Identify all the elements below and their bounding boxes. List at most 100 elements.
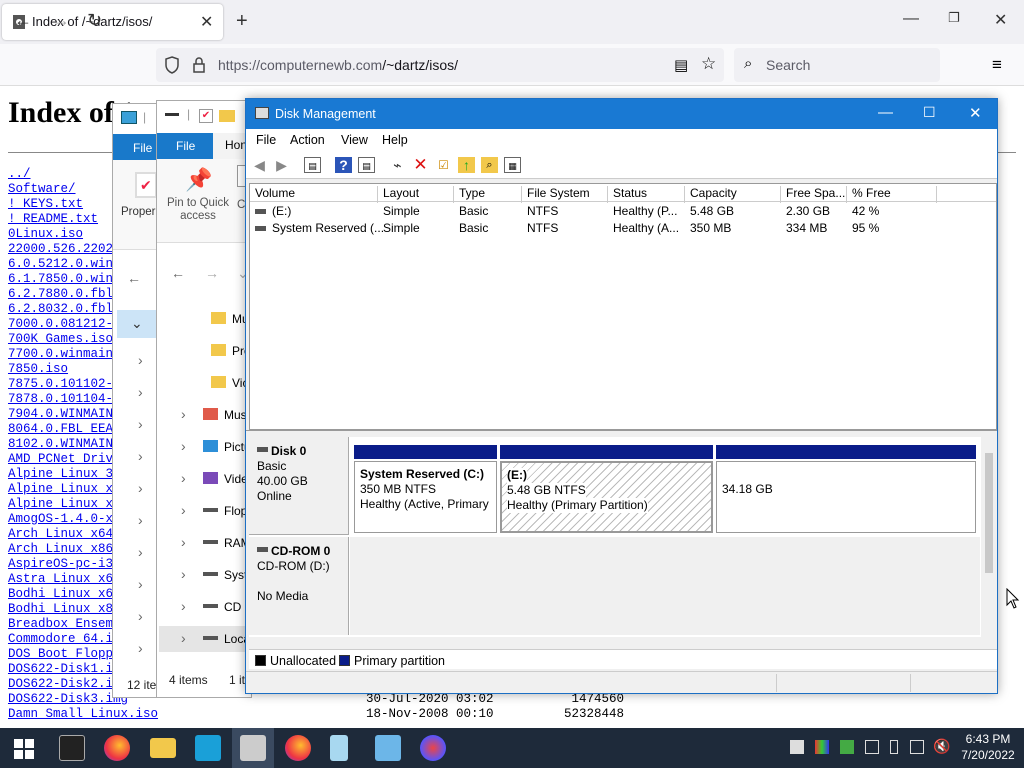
chevron-right-icon[interactable]: › — [181, 598, 186, 614]
volume-muted-icon[interactable]: 🔇 — [933, 738, 950, 755]
close-window-icon[interactable]: ✕ — [969, 104, 982, 122]
file-explorer-window[interactable]: | ✔ File Hon 📌 Co Pin to Quick access ← … — [156, 100, 253, 698]
file-link[interactable]: ! README.txt — [8, 212, 112, 227]
file-link[interactable]: 6.2.7880.0.fbl_ — [8, 287, 112, 302]
column-percent-free[interactable]: % Free — [847, 186, 937, 203]
menu-help[interactable]: Help — [382, 133, 408, 147]
nav-item[interactable]: › Flop — [181, 502, 247, 518]
shield-icon[interactable] — [164, 56, 180, 74]
chevron-right-icon[interactable]: › — [181, 406, 186, 422]
app-tray-icon[interactable] — [840, 740, 854, 754]
file-link[interactable]: Breadbox Ensemb — [8, 617, 112, 632]
file-link[interactable]: Arch Linux x64. — [8, 527, 112, 542]
disk0-header[interactable]: Disk 0 Basic 40.00 GB Online — [249, 437, 349, 535]
file-link[interactable]: 8064.0.FBL_EEAP — [8, 422, 112, 437]
chevron-right-icon[interactable]: › — [138, 352, 143, 368]
chevron-right-icon[interactable]: › — [181, 534, 186, 550]
chevron-right-icon[interactable]: › — [181, 630, 186, 646]
column-volume[interactable]: Volume — [250, 186, 378, 203]
file-link[interactable]: 0Linux.iso — [8, 227, 112, 242]
new-tab-button[interactable]: + — [236, 10, 248, 33]
delete-icon[interactable]: ✕ — [412, 156, 429, 173]
disk-map-scrollbar[interactable] — [981, 437, 997, 637]
file-link[interactable]: AMD PCNet Drive — [8, 452, 112, 467]
nav-item[interactable]: › Mus — [181, 406, 247, 422]
chevron-right-icon[interactable]: › — [138, 448, 143, 464]
help-icon[interactable]: ? — [335, 157, 352, 173]
file-link[interactable]: Commodore_64.is — [8, 632, 112, 647]
file-link[interactable]: 7878.0.101104-1 — [8, 392, 112, 407]
url-bar[interactable]: https://computernewb.com/~dartz/isos/ ▤ … — [156, 48, 724, 82]
file-link[interactable]: 6.0.5212.0.winm — [8, 257, 112, 272]
reader-view-icon[interactable]: ▤ — [674, 56, 688, 74]
maximize-icon[interactable]: ☐ — [923, 104, 936, 121]
menu-file[interactable]: File — [256, 133, 276, 147]
column-layout[interactable]: Layout — [378, 186, 454, 203]
disk-management-app-icon[interactable] — [240, 735, 266, 761]
nav-item[interactable]: › Pictu — [181, 438, 251, 454]
column-free-space[interactable]: Free Spa... — [781, 186, 847, 203]
forward-arrow-icon[interactable]: → — [205, 265, 219, 281]
scrollbar-thumb[interactable] — [985, 453, 993, 573]
properties-label[interactable]: Proper — [121, 206, 156, 218]
file-link[interactable]: 7875.0.101102-1 — [8, 377, 112, 392]
file-link[interactable]: Bodhi Linux x64 — [8, 587, 112, 602]
disk-management-window[interactable]: Disk Management — ☐ ✕ File Action View H… — [245, 98, 998, 694]
notepad-app-icon[interactable] — [330, 735, 348, 761]
partition-unnamed[interactable]: 34.18 GB — [716, 461, 976, 533]
nav-item[interactable]: Vic — [211, 376, 248, 390]
file-link[interactable]: Bodhi Linux x86 — [8, 602, 112, 617]
nav-item[interactable]: › Syst — [181, 566, 247, 582]
forward-arrow-icon[interactable]: → — [52, 10, 70, 31]
nav-item[interactable]: › RAM — [181, 534, 251, 550]
firefox-app-icon-2[interactable] — [285, 735, 311, 761]
display-tray-icon[interactable] — [910, 740, 924, 754]
lock-icon[interactable] — [192, 56, 206, 74]
nav-item[interactable]: Mu — [211, 312, 249, 326]
file-link[interactable]: Software/ — [8, 182, 112, 197]
forward-arrow-icon[interactable]: ▶ — [273, 157, 290, 173]
menu-icon[interactable]: ≡ — [992, 55, 1002, 75]
file-link[interactable]: AmogOS-1.4.0-x8 — [8, 512, 112, 527]
chevron-right-icon[interactable]: › — [138, 640, 143, 656]
nav-item[interactable]: › Vide — [181, 470, 248, 486]
chevron-down-icon[interactable]: ⌄ — [131, 315, 143, 332]
nav-item[interactable]: › Loca — [181, 630, 250, 646]
column-file-system[interactable]: File System — [522, 186, 608, 203]
file-link[interactable]: 6.2.8032.0.fbl_ — [8, 302, 112, 317]
clock[interactable]: 6:43 PM 7/20/2022 — [956, 731, 1020, 763]
close-tab-icon[interactable]: ✕ — [200, 12, 213, 32]
details-view-icon[interactable]: ▤ — [358, 157, 375, 173]
volume-row[interactable]: System Reserved (... Simple Basic NTFS H… — [250, 220, 996, 237]
pane-splitter[interactable] — [246, 430, 997, 436]
keyboard-tray-icon[interactable] — [865, 740, 879, 754]
color-tray-icon[interactable] — [815, 740, 829, 754]
file-tab[interactable]: File — [157, 133, 213, 159]
column-type[interactable]: Type — [454, 186, 522, 203]
file-link[interactable]: Alpine Linux x8 — [8, 497, 112, 512]
menu-view[interactable]: View — [341, 133, 368, 147]
home-tab[interactable]: Hon — [225, 138, 247, 152]
network-tray-icon[interactable] — [790, 740, 804, 754]
up-folder-icon[interactable]: ↑ — [458, 157, 475, 173]
file-link[interactable]: DOS622-Disk2.im — [8, 677, 112, 692]
chevron-right-icon[interactable]: › — [181, 470, 186, 486]
chevron-right-icon[interactable]: › — [181, 502, 186, 518]
terminal-app-icon[interactable] — [59, 735, 85, 761]
column-status[interactable]: Status — [608, 186, 685, 203]
firefox-app-icon[interactable] — [104, 735, 130, 761]
cdrom0-header[interactable]: CD-ROM 0 CD-ROM (D:) No Media — [249, 537, 349, 635]
chevron-right-icon[interactable]: › — [138, 384, 143, 400]
file-link[interactable]: Alpine Linux 3. — [8, 467, 112, 482]
file-link[interactable]: 6.1.7850.0.winm — [8, 272, 112, 287]
volume-row[interactable]: (E:) Simple Basic NTFS Healthy (P... 5.4… — [250, 203, 996, 220]
file-link[interactable]: AspireOS-pc-i38 — [8, 557, 112, 572]
browser-tab[interactable]: Index of /~dartz/isos/ ✕ — [2, 4, 223, 40]
file-link[interactable]: 8102.0.WINMAIN_ — [8, 437, 112, 452]
back-arrow-icon[interactable]: ◀ — [251, 157, 268, 173]
close-window-icon[interactable]: ✕ — [994, 10, 1007, 30]
search-folder-icon[interactable]: ⌕ — [481, 157, 498, 173]
minimize-icon[interactable]: — — [878, 104, 893, 121]
menu-action[interactable]: Action — [290, 133, 325, 147]
chevron-right-icon[interactable]: › — [138, 608, 143, 624]
